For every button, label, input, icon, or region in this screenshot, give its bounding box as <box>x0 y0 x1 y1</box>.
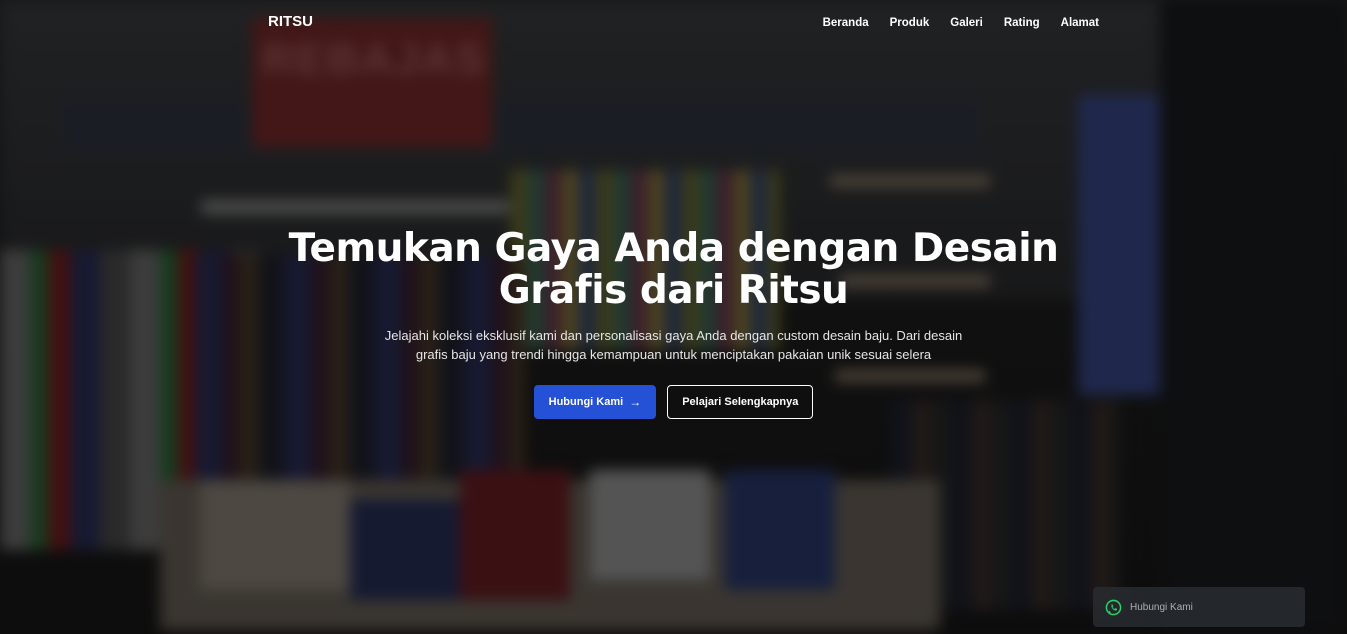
hero-actions: Hubungi Kami → Pelajari Selengkapnya <box>0 385 1347 419</box>
nav-item-alamat[interactable]: Alamat <box>1061 17 1099 29</box>
hero-content: Temukan Gaya Anda dengan Desain Grafis d… <box>0 228 1347 419</box>
contact-button[interactable]: Hubungi Kami → <box>533 385 657 419</box>
whatsapp-label: Hubungi Kami <box>1130 601 1193 613</box>
nav-item-galeri[interactable]: Galeri <box>950 17 983 29</box>
learn-more-button[interactable]: Pelajari Selengkapnya <box>667 385 814 419</box>
nav-item-rating[interactable]: Rating <box>1004 17 1040 29</box>
nav-item-produk[interactable]: Produk <box>890 17 930 29</box>
arrow-right-icon: → <box>629 395 642 409</box>
whatsapp-icon <box>1105 599 1122 615</box>
hero-subtitle: Jelajahi koleksi eksklusif kami dan pers… <box>384 328 963 362</box>
whatsapp-chat-button[interactable]: Hubungi Kami <box>1093 587 1305 627</box>
nav-item-beranda[interactable]: Beranda <box>823 17 869 29</box>
contact-button-label: Hubungi Kami <box>548 396 624 408</box>
navbar: RITSU Beranda Produk Galeri Rating Alama… <box>0 0 1347 42</box>
site-logo[interactable]: RITSU <box>268 13 313 30</box>
nav-menu: Beranda Produk Galeri Rating Alamat <box>823 13 1099 31</box>
hero-section: REBAJAS RITSU Beranda Produk Galeri Rati… <box>0 0 1347 634</box>
hero-title: Temukan Gaya Anda dengan Desain Grafis d… <box>288 226 1059 313</box>
